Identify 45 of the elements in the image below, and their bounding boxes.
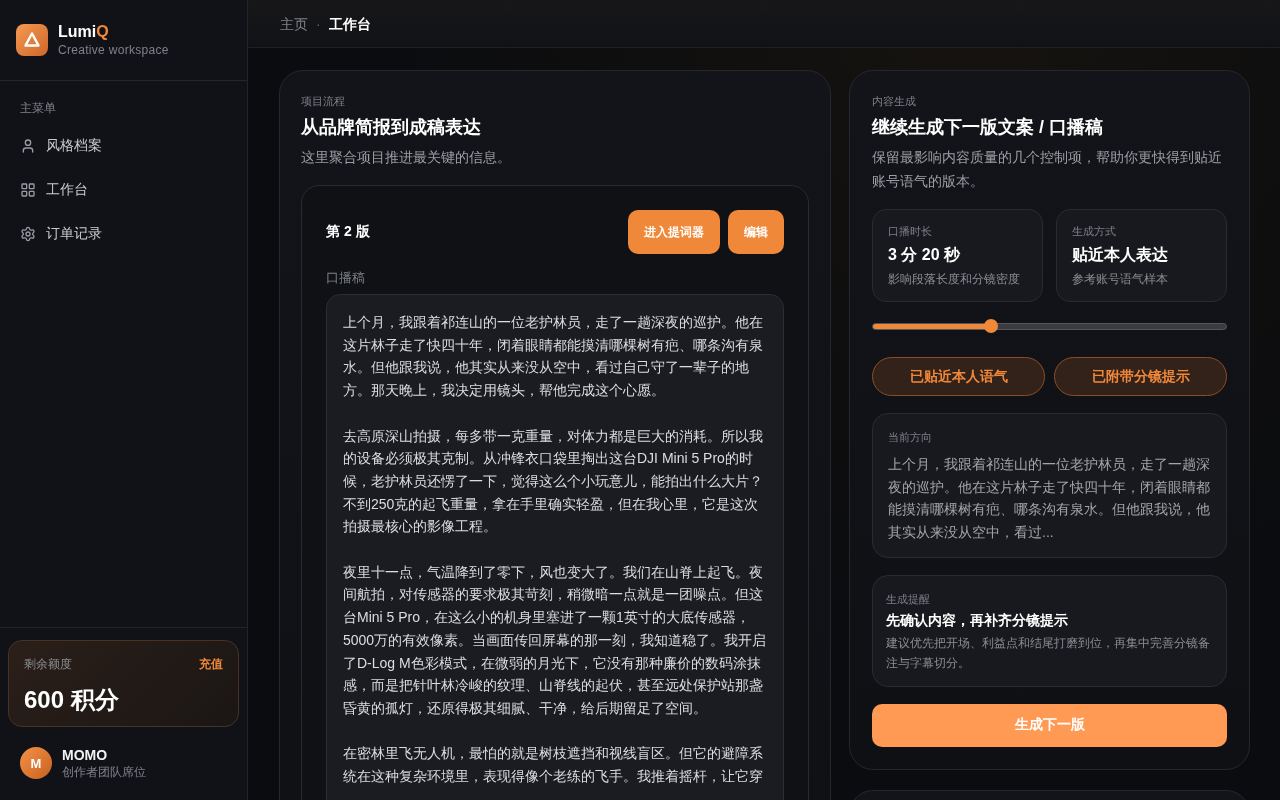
direction-label: 当前方向 (888, 430, 933, 445)
menu-title: 主菜单 (19, 100, 57, 116)
nav-item[interactable]: 风格档案 (12, 124, 235, 168)
section-eyebrow: 项目流程 (301, 94, 346, 109)
section-description: 这里聚合项目推进最关键的信息。 (301, 148, 512, 167)
breadcrumb-link[interactable]: 工作台 (328, 13, 371, 34)
quota-label: 剩余额度 (24, 656, 72, 673)
breadcrumb-link[interactable]: 主页 (280, 13, 308, 34)
section-eyebrow: 内容生成 (872, 94, 917, 109)
section-description: 保留最影响内容质量的几个控制项，帮助你更快得到贴近账号语气的版本。 (872, 148, 1223, 191)
script-paragraph: 去高原深山拍摄，每多带一克重量，对体力都是巨大的消耗。所以我的设备必须极其克制。从冲锋衣口袋里掏出这台DJI Mini 5 Pro的时候，老护林员还愣了一下，觉得这么个小玩意儿，能拍出什么大片？不到250克的起飞重量，拿在手里确实轻盈，但在我心里，它是这次拍摄最核心的影像工程。 (343, 426, 764, 537)
nav-item[interactable]: 订单记录 (12, 212, 235, 256)
section-title: 继续生成下一版文案 / 口播稿 (872, 116, 1104, 139)
user-role: 创作者团队席位 (62, 764, 146, 780)
stat-label: 口播时长 (888, 224, 933, 239)
user-name: MOMO (62, 746, 109, 764)
brand-tagline: Creative workspace (58, 42, 169, 58)
reminder-title: 先确认内容，再补齐分镜提示 (886, 610, 1069, 630)
toggle-chip[interactable]: 已附带分镜提示 (1054, 357, 1227, 396)
script-label: 口播稿 (326, 270, 366, 286)
toggle-chip[interactable]: 已贴近本人语气 (872, 357, 1045, 396)
direction-text: 上个月，我跟着祁连山的一位老护林员，走了一趟深夜的巡护。他在这片林子走了快四十年，闭着眼睛都能摸清哪棵树有疤、哪条沟有泉水。但他跟我说，他其实从来没从空中，看过... (888, 455, 1211, 543)
version-title: 第 2 版 (326, 223, 370, 241)
recharge-button[interactable]: 充值 (199, 654, 223, 674)
nav-item[interactable]: 工作台 (12, 168, 235, 212)
script-paragraph: 在密林里飞无人机，最怕的就是树枝遮挡和视线盲区。但它的避障系统在这种复杂环境里，表现得像个老练的飞手。我推着摇杆，让它穿 (343, 744, 764, 786)
brand-name: LumiQ (58, 22, 110, 42)
section-title: 从品牌简报到成稿表达 (301, 116, 482, 139)
stat-label: 生成方式 (1072, 224, 1117, 239)
stat-value: 3 分 20 秒 (888, 245, 962, 265)
quota-value: 600 积分 (24, 685, 120, 715)
user-icon (20, 138, 36, 154)
script-paragraph: 上个月，我跟着祁连山的一位老护林员，走了一趟深夜的巡护。他在这片林子走了快四十年，闭着眼睛都能摸清哪棵树有疤、哪条沟有泉水。但他跟我说，他其实从来没从空中，看过自己守了一辈子的地方。那天晚上，我决定用镜头，帮他完成这个心愿。 (343, 313, 764, 401)
grid-icon (20, 182, 36, 198)
logo-icon (16, 24, 48, 56)
slider-thumb[interactable] (983, 319, 998, 333)
reminder-label: 生成提醒 (886, 591, 931, 607)
stat-value: 贴近本人表达 (1072, 245, 1169, 265)
breadcrumb-separator: · (316, 15, 321, 32)
stat-note: 影响段落长度和分镜密度 (888, 271, 1021, 288)
settings-icon (20, 226, 36, 242)
stat-note: 参考账号语气样本 (1072, 271, 1169, 288)
user-avatar[interactable]: M (20, 747, 52, 779)
reminder-text: 建议优先把开场、利益点和结尾打磨到位，再集中完善分镜备注与字幕切分。 (886, 634, 1211, 672)
script-paragraph: 夜里十一点，气温降到了零下，风也变大了。我们在山脊上起飞。夜间航拍，对传感器的要求极其苛刻，稍微暗一点就是一团噪点。但这台Mini 5 Pro，在这么小的机身里塞进了一颗1英寸的大底传感器，5000万的有效像素。当画面传回屏幕的那一刻，我知道稳了。我开启了D-Log M色彩模式，在微弱的月光下，它没有那种廉价的数码涂抹感，而是把针叶林冷峻的纹理、山脊线的起伏，甚至远处保护站那盏昏黄的孤灯，还原得极其细腻、干净，给后期留足了空间。 (343, 562, 767, 718)
